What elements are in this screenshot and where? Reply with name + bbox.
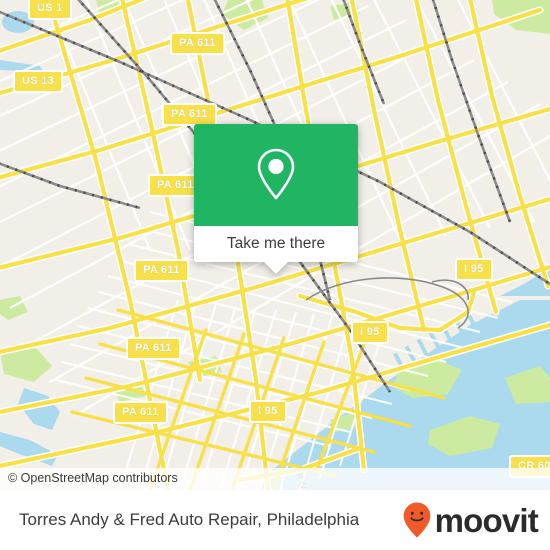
road-shield: PA 611 [134,259,189,282]
moovit-logo[interactable]: moovit [402,501,539,539]
road-shield: US 1 [28,0,72,20]
popup-action-bar[interactable]: Take me there [194,226,358,262]
moovit-place-map-screenshot: R IVER US 1 PA 611 US 13 PA 611 PA 611 PA 611… [0,0,550,550]
road-shield: PA 611 [113,401,168,424]
place-title: Torres Andy & Fred Auto Repair, Philadel… [19,510,360,529]
place-popup-card[interactable]: Take me there [194,124,358,274]
road-shield: PA 611 [170,32,225,55]
map-canvas[interactable]: R IVER US 1PA 611US 13PA 611PA 611PA 611… [0,0,550,490]
moovit-wordmark: moovit [434,501,539,539]
road-shield: PA 611 [162,103,217,126]
place-info-bar: R IVER Torres Andy & Fred Auto Repair, P… [0,490,550,550]
take-me-there-label: Take me there [226,235,326,252]
map-attribution[interactable]: © OpenStreetMap contributors [0,468,550,490]
road-shield: I 95 [455,258,493,281]
bottom-bar-watermark: R IVER [0,490,550,495]
popup-icon-panel [194,124,358,226]
moovit-pin-smiley-icon [403,502,431,538]
map-pin-icon [257,148,295,200]
road-shield: I 95 [249,400,287,423]
road-shield: I 95 [351,321,389,344]
popup-pointer-tail [264,262,288,274]
road-shield: PA 611 [126,337,181,360]
road-shield: US 13 [13,70,64,93]
